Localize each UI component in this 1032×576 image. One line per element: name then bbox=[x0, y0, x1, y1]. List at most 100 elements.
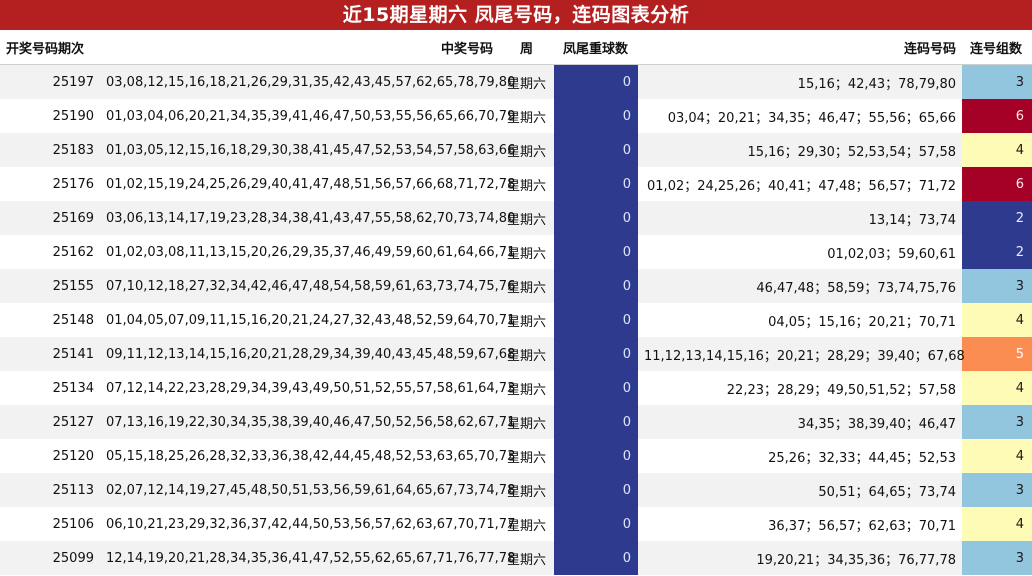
table-row: 25120 05,15,18,25,26,28,32,33,36,38,42,44… bbox=[0, 439, 1032, 473]
cell-issue: 25141 bbox=[0, 337, 100, 371]
cell-issue: 25155 bbox=[0, 269, 100, 303]
cell-groups: 2 bbox=[962, 201, 1032, 235]
cell-issue: 25148 bbox=[0, 303, 100, 337]
cell-numbers: 02,07,12,14,19,27,45,48,50,51,53,56,59,6… bbox=[100, 473, 515, 507]
cell-numbers: 01,02,03,08,11,13,15,20,26,29,35,37,46,4… bbox=[100, 235, 515, 269]
cell-issue: 25162 bbox=[0, 235, 100, 269]
table-row: 25099 12,14,19,20,21,28,34,35,36,41,47,52… bbox=[0, 541, 1032, 575]
cell-consecutive: 34,35；38,39,40；46,47 bbox=[638, 405, 962, 439]
cell-consecutive: 25,26；32,33；44,45；52,53 bbox=[638, 439, 962, 473]
cell-issue: 25176 bbox=[0, 167, 100, 201]
cell-issue: 25190 bbox=[0, 99, 100, 133]
table-body: 25197 03,08,12,15,16,18,21,26,29,31,35,42… bbox=[0, 64, 1032, 575]
cell-numbers: 03,06,13,14,17,19,23,28,34,38,41,43,47,5… bbox=[100, 201, 515, 235]
cell-repeat: 0 bbox=[554, 303, 638, 337]
cell-numbers: 07,12,14,22,23,28,29,34,39,43,49,50,51,5… bbox=[100, 371, 515, 405]
cell-weekday: 星期六 bbox=[499, 337, 554, 371]
header-consecutive: 连码号码 bbox=[638, 30, 962, 65]
cell-repeat: 0 bbox=[554, 507, 638, 541]
cell-repeat: 0 bbox=[554, 269, 638, 303]
cell-groups: 6 bbox=[962, 99, 1032, 133]
cell-numbers: 12,14,19,20,21,28,34,35,36,41,47,52,55,6… bbox=[100, 541, 515, 575]
cell-weekday: 星期六 bbox=[499, 507, 554, 541]
cell-numbers: 01,04,05,07,09,11,15,16,20,21,24,27,32,4… bbox=[100, 303, 515, 337]
cell-groups: 4 bbox=[962, 303, 1032, 337]
cell-issue: 25183 bbox=[0, 133, 100, 167]
cell-groups: 4 bbox=[962, 371, 1032, 405]
cell-repeat: 0 bbox=[554, 371, 638, 405]
table-row: 25176 01,02,15,19,24,25,26,29,40,41,47,48… bbox=[0, 167, 1032, 201]
table-row: 25169 03,06,13,14,17,19,23,28,34,38,41,43… bbox=[0, 201, 1032, 235]
cell-weekday: 星期六 bbox=[499, 269, 554, 303]
header-row: 开奖号码期次 中奖号码 周 凤尾重球数 连码号码 连号组数 bbox=[0, 30, 1032, 65]
cell-weekday: 星期六 bbox=[499, 405, 554, 439]
cell-numbers: 09,11,12,13,14,15,16,20,21,28,29,34,39,4… bbox=[100, 337, 515, 371]
header-weekday: 周 bbox=[499, 30, 554, 65]
cell-consecutive: 22,23；28,29；49,50,51,52；57,58 bbox=[638, 371, 962, 405]
cell-consecutive: 50,51；64,65；73,74 bbox=[638, 473, 962, 507]
cell-weekday: 星期六 bbox=[499, 99, 554, 133]
header-issue: 开奖号码期次 bbox=[0, 30, 100, 65]
cell-weekday: 星期六 bbox=[499, 64, 554, 99]
cell-numbers: 07,13,16,19,22,30,34,35,38,39,40,46,47,5… bbox=[100, 405, 515, 439]
cell-groups: 3 bbox=[962, 405, 1032, 439]
cell-consecutive: 04,05；15,16；20,21；70,71 bbox=[638, 303, 962, 337]
cell-repeat: 0 bbox=[554, 201, 638, 235]
cell-repeat: 0 bbox=[554, 541, 638, 575]
cell-groups: 3 bbox=[962, 473, 1032, 507]
table-row: 25148 01,04,05,07,09,11,15,16,20,21,24,27… bbox=[0, 303, 1032, 337]
cell-groups: 4 bbox=[962, 439, 1032, 473]
cell-numbers: 06,10,21,23,29,32,36,37,42,44,50,53,56,5… bbox=[100, 507, 515, 541]
cell-numbers: 07,10,12,18,27,32,34,42,46,47,48,54,58,5… bbox=[100, 269, 515, 303]
cell-weekday: 星期六 bbox=[499, 167, 554, 201]
cell-groups: 2 bbox=[962, 235, 1032, 269]
header-repeat: 凤尾重球数 bbox=[554, 30, 638, 65]
cell-weekday: 星期六 bbox=[499, 201, 554, 235]
cell-issue: 25197 bbox=[0, 64, 100, 99]
page-title: 近15期星期六 凤尾号码，连码图表分析 bbox=[0, 0, 1032, 30]
header-numbers: 中奖号码 bbox=[100, 30, 499, 65]
table-row: 25113 02,07,12,14,19,27,45,48,50,51,53,56… bbox=[0, 473, 1032, 507]
table-row: 25190 01,03,04,06,20,21,34,35,39,41,46,47… bbox=[0, 99, 1032, 133]
cell-numbers: 01,03,05,12,15,16,18,29,30,38,41,45,47,5… bbox=[100, 133, 515, 167]
cell-consecutive: 15,16；29,30；52,53,54；57,58 bbox=[638, 133, 962, 167]
cell-repeat: 0 bbox=[554, 133, 638, 167]
table-row: 25162 01,02,03,08,11,13,15,20,26,29,35,37… bbox=[0, 235, 1032, 269]
cell-numbers: 01,02,15,19,24,25,26,29,40,41,47,48,51,5… bbox=[100, 167, 515, 201]
lottery-table: 开奖号码期次 中奖号码 周 凤尾重球数 连码号码 连号组数 25197 03,08… bbox=[0, 30, 1032, 575]
cell-groups: 3 bbox=[962, 269, 1032, 303]
cell-weekday: 星期六 bbox=[499, 371, 554, 405]
cell-repeat: 0 bbox=[554, 99, 638, 133]
cell-numbers: 01,03,04,06,20,21,34,35,39,41,46,47,50,5… bbox=[100, 99, 515, 133]
cell-weekday: 星期六 bbox=[499, 439, 554, 473]
cell-repeat: 0 bbox=[554, 439, 638, 473]
table-row: 25183 01,03,05,12,15,16,18,29,30,38,41,45… bbox=[0, 133, 1032, 167]
cell-consecutive: 36,37；56,57；62,63；70,71 bbox=[638, 507, 962, 541]
cell-issue: 25113 bbox=[0, 473, 100, 507]
cell-issue: 25099 bbox=[0, 541, 100, 575]
cell-issue: 25169 bbox=[0, 201, 100, 235]
cell-weekday: 星期六 bbox=[499, 303, 554, 337]
table-row: 25127 07,13,16,19,22,30,34,35,38,39,40,46… bbox=[0, 405, 1032, 439]
cell-consecutive: 46,47,48；58,59；73,74,75,76 bbox=[638, 269, 962, 303]
cell-consecutive: 11,12,13,14,15,16；20,21；28,29；39,40；67,6… bbox=[638, 337, 965, 371]
cell-consecutive: 01,02,03；59,60,61 bbox=[638, 235, 962, 269]
cell-issue: 25134 bbox=[0, 371, 100, 405]
cell-repeat: 0 bbox=[554, 337, 638, 371]
cell-consecutive: 01,02；24,25,26；40,41；47,48；56,57；71,72 bbox=[638, 167, 962, 201]
cell-repeat: 0 bbox=[554, 473, 638, 507]
cell-weekday: 星期六 bbox=[499, 473, 554, 507]
cell-numbers: 03,08,12,15,16,18,21,26,29,31,35,42,43,4… bbox=[100, 64, 515, 99]
cell-consecutive: 03,04；20,21；34,35；46,47；55,56；65,66 bbox=[638, 99, 962, 133]
cell-groups: 6 bbox=[962, 167, 1032, 201]
cell-numbers: 05,15,18,25,26,28,32,33,36,38,42,44,45,4… bbox=[100, 439, 515, 473]
cell-weekday: 星期六 bbox=[499, 235, 554, 269]
table-row: 25155 07,10,12,18,27,32,34,42,46,47,48,54… bbox=[0, 269, 1032, 303]
cell-groups: 4 bbox=[962, 133, 1032, 167]
table-row: 25106 06,10,21,23,29,32,36,37,42,44,50,53… bbox=[0, 507, 1032, 541]
cell-consecutive: 15,16；42,43；78,79,80 bbox=[638, 64, 962, 99]
cell-issue: 25127 bbox=[0, 405, 100, 439]
cell-groups: 3 bbox=[962, 541, 1032, 575]
cell-issue: 25120 bbox=[0, 439, 100, 473]
cell-repeat: 0 bbox=[554, 64, 638, 99]
